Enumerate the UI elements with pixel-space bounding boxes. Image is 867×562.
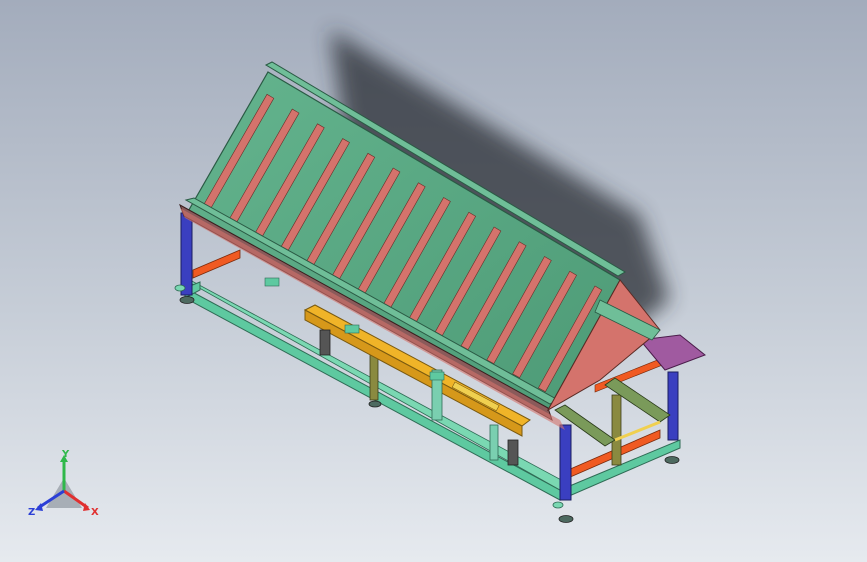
y-axis-label: Y: [61, 449, 70, 460]
z-axis-label: Z: [28, 507, 35, 518]
conveyor-chute-model[interactable]: [0, 0, 867, 562]
view-orientation-triad[interactable]: Y X Z: [22, 446, 112, 526]
x-axis-label: X: [91, 507, 99, 518]
cad-viewport[interactable]: Y X Z: [0, 0, 867, 562]
